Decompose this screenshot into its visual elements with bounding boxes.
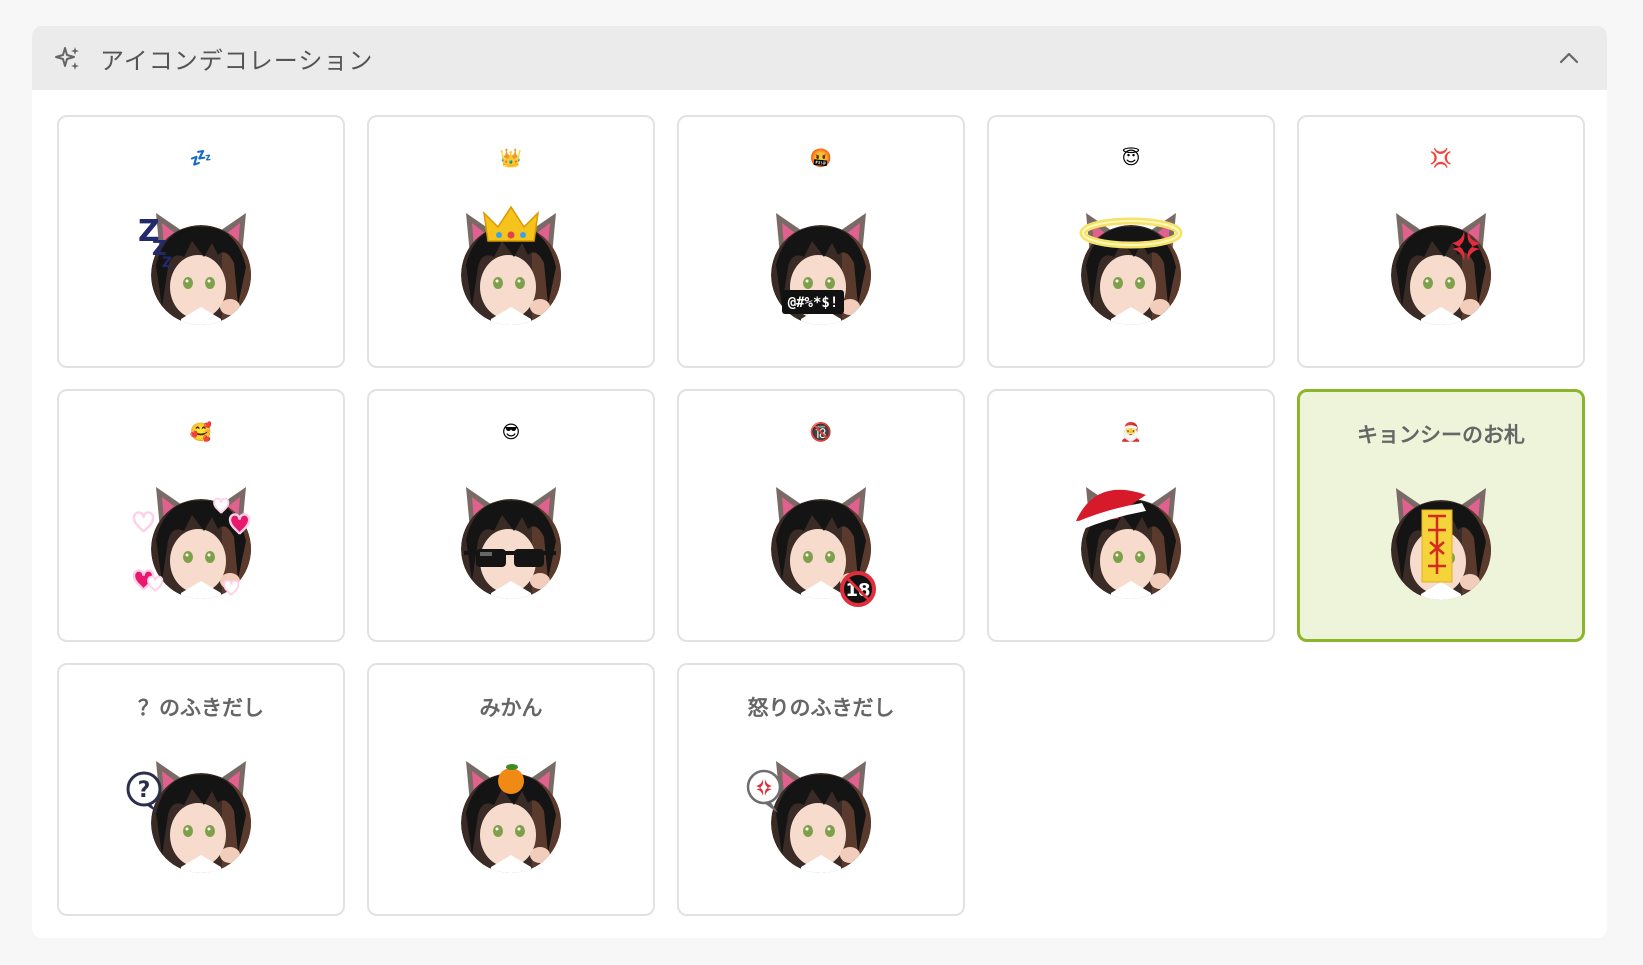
- censor-bar-decoration: @#%*$!: [782, 290, 844, 314]
- svg-text:Z: Z: [162, 255, 172, 271]
- angel-emoji-icon: 😇: [1121, 148, 1141, 169]
- panel-title: アイコンデコレーション: [100, 46, 374, 75]
- mikan-decoration: [498, 764, 524, 794]
- decoration-title: 👑: [369, 141, 653, 177]
- decoration-card-sunglasses[interactable]: 😎: [367, 389, 655, 642]
- decoration-card-mikan[interactable]: みかん: [367, 663, 655, 916]
- cat-girl-avatar-icon: [1391, 488, 1491, 600]
- cat-girl-avatar-icon: ?: [126, 761, 251, 873]
- decoration-title: 怒りのふきだし: [679, 689, 963, 725]
- avatar-preview: Z Z Z: [126, 195, 276, 345]
- decoration-title: 💤: [59, 141, 343, 177]
- cat-girl-avatar-icon: [461, 487, 561, 599]
- decoration-card-santa[interactable]: 🎅: [987, 389, 1275, 642]
- hearts-emoji-icon: 🥰: [189, 422, 213, 443]
- sparkle-icon: [54, 43, 84, 73]
- cursing-emoji-icon: 🤬: [809, 148, 833, 169]
- cat-girl-avatar-icon: 18: [771, 487, 876, 607]
- decoration-label: 怒りのふきだし: [747, 696, 895, 720]
- crown-emoji-icon: 👑: [499, 148, 523, 169]
- decoration-label: ？のふきだし: [138, 696, 264, 720]
- r18-emoji-icon: 🔞: [809, 422, 833, 443]
- decoration-card-anger-bubble[interactable]: 怒りのふきだし: [677, 663, 965, 916]
- avatar-preview: ?: [126, 743, 276, 893]
- decoration-card-sleep[interactable]: 💤 Z Z Z: [57, 115, 345, 368]
- cat-girl-avatar-icon: @#%*$!: [771, 213, 871, 325]
- avatar-preview: [1366, 470, 1516, 620]
- cat-girl-avatar-icon: [1391, 213, 1491, 325]
- crown-decoration: [482, 205, 540, 242]
- decoration-title: 🔞: [679, 415, 963, 451]
- sleep-emoji-icon: 💤: [189, 148, 213, 169]
- decoration-title: 😎: [369, 415, 653, 451]
- santa-emoji-icon: 🎅: [1119, 422, 1143, 443]
- decoration-card-question-bubble[interactable]: ？のふきだし ?: [57, 663, 345, 916]
- decoration-title: 🥰: [59, 415, 343, 451]
- decoration-title: 🎅: [989, 415, 1273, 451]
- cat-girl-avatar-icon: [1079, 213, 1183, 325]
- panel-header[interactable]: アイコンデコレーション: [32, 26, 1607, 90]
- decoration-title: ？のふきだし: [59, 689, 343, 725]
- avatar-preview: [1056, 195, 1206, 345]
- sunglasses-emoji-icon: 😎: [501, 422, 521, 443]
- talisman-decoration: [1421, 509, 1453, 583]
- decoration-title: みかん: [369, 689, 653, 725]
- avatar-preview: [436, 195, 586, 345]
- avatar-preview: [436, 469, 586, 619]
- avatar-preview: 18: [746, 469, 896, 619]
- decoration-title: 😇: [989, 141, 1273, 177]
- decoration-card-jiangshi[interactable]: キョンシーのお札: [1297, 389, 1585, 642]
- decoration-title: キョンシーのお札: [1300, 416, 1582, 452]
- cat-girl-avatar-icon: [461, 205, 561, 325]
- decoration-card-anger-mark[interactable]: 💢: [1297, 115, 1585, 368]
- avatar-preview: [1366, 195, 1516, 345]
- avatar-preview: [126, 469, 276, 619]
- decoration-grid: 💤 Z Z Z 👑 🤬 @#%*$! 😇 💢 🥰 😎 🔞 🎅 キョンシーのお札 …: [57, 115, 1585, 916]
- decoration-title: 🤬: [679, 141, 963, 177]
- cat-girl-avatar-icon: [132, 487, 251, 599]
- decoration-card-hearts[interactable]: 🥰: [57, 389, 345, 642]
- decoration-card-angel[interactable]: 😇: [987, 115, 1275, 368]
- avatar-preview: [746, 743, 896, 893]
- avatar-preview: [436, 743, 586, 893]
- decoration-label: みかん: [479, 696, 543, 720]
- avatar-preview: @#%*$!: [746, 195, 896, 345]
- avatar-preview: [1056, 469, 1206, 619]
- decoration-label: キョンシーのお札: [1357, 423, 1525, 447]
- anger-mark-emoji-icon: 💢: [1429, 148, 1453, 169]
- decoration-card-crown[interactable]: 👑: [367, 115, 655, 368]
- cat-girl-avatar-icon: Z Z Z: [138, 213, 251, 325]
- cat-girl-avatar-icon: [746, 761, 871, 873]
- cat-girl-avatar-icon: [461, 761, 561, 873]
- chevron-up-icon[interactable]: [1557, 46, 1581, 70]
- decoration-title: 💢: [1299, 141, 1583, 177]
- decoration-card-cursing[interactable]: 🤬 @#%*$!: [677, 115, 965, 368]
- decoration-card-r18[interactable]: 🔞 18: [677, 389, 965, 642]
- r18-badge-decoration: 18: [840, 571, 876, 607]
- cat-girl-avatar-icon: [1061, 487, 1181, 599]
- svg-text:?: ?: [138, 778, 151, 803]
- icon-decoration-panel: アイコンデコレーション 💤 Z Z Z 👑 🤬 @#%*$! 😇 💢 🥰 😎 🔞…: [32, 26, 1607, 938]
- svg-text:@#%*$!: @#%*$!: [788, 295, 839, 311]
